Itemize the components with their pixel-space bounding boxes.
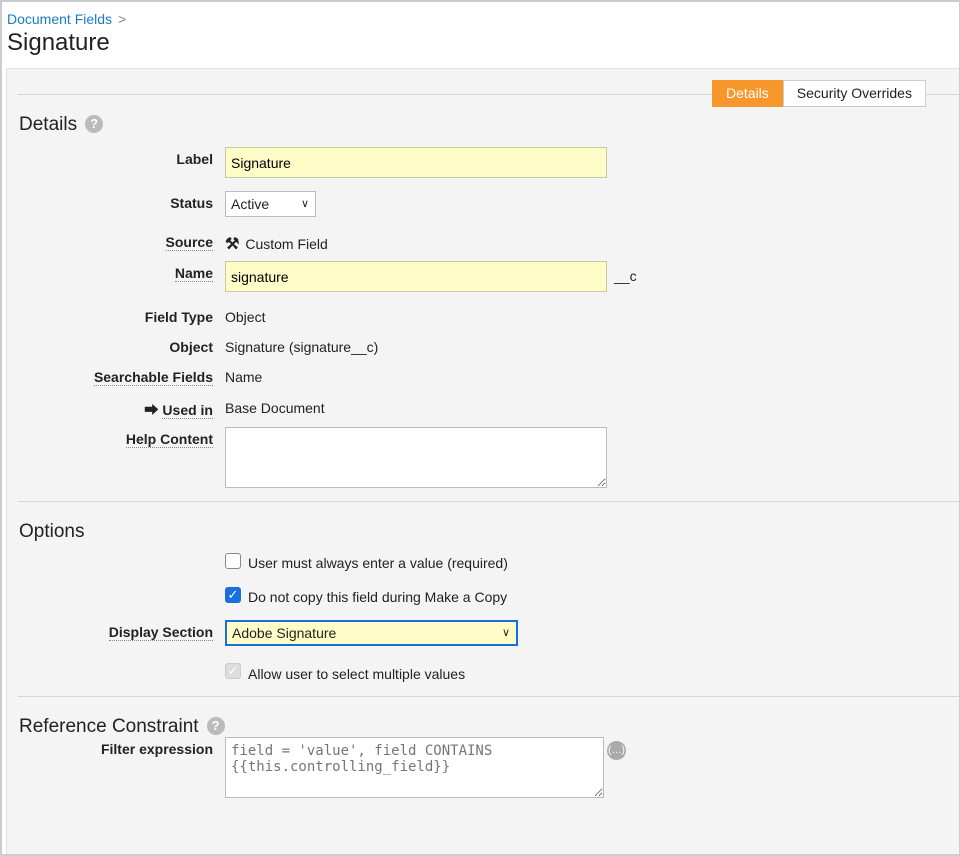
breadcrumb-separator: >	[118, 11, 127, 27]
tab-security-overrides[interactable]: Security Overrides	[782, 80, 926, 107]
display-section-value: Adobe Signature	[232, 625, 337, 641]
help-content-label: Help Content	[125, 431, 213, 448]
display-section-select[interactable]: Adobe Signature ∨	[225, 620, 518, 646]
object-value: Signature (signature__c)	[225, 339, 379, 355]
required-label: User must always enter a value (required…	[248, 555, 508, 571]
label-input[interactable]	[225, 147, 607, 178]
source-text: Custom Field	[245, 236, 328, 252]
status-label: Status	[170, 195, 213, 211]
chevron-down-icon: ∨	[300, 198, 309, 210]
share-icon[interactable]: ⮕	[144, 402, 158, 418]
name-label: Name	[174, 265, 213, 282]
details-heading-text: Details	[19, 114, 78, 135]
reference-heading-text: Reference Constraint	[19, 716, 199, 737]
label-label: Label	[176, 151, 213, 167]
source-value: ⚒ Custom Field	[225, 234, 328, 254]
filter-expression-label: Filter expression	[100, 741, 213, 757]
help-icon[interactable]: ?	[206, 717, 225, 735]
field-type-value: Object	[225, 309, 266, 325]
help-icon[interactable]: ?	[85, 115, 104, 133]
searchable-fields-value: Name	[225, 369, 263, 385]
source-label: Source	[165, 234, 213, 251]
used-in-label-text: Used in	[162, 402, 213, 419]
breadcrumb: Document Fields >	[7, 11, 126, 27]
page-title: Signature	[7, 29, 110, 56]
used-in-label: ⮕ Used in	[144, 400, 213, 420]
name-label-text: Name	[174, 265, 213, 282]
display-section-label-text: Display Section	[108, 624, 213, 641]
no-copy-label: Do not copy this field during Make a Cop…	[248, 589, 508, 605]
hammer-icon: ⚒	[225, 236, 240, 253]
display-section-label: Display Section	[108, 624, 213, 641]
help-content-textarea[interactable]	[225, 427, 607, 488]
divider	[18, 501, 960, 502]
name-input[interactable]	[225, 261, 607, 292]
used-in-value: Base Document	[225, 400, 325, 416]
searchable-fields-label: Searchable Fields	[93, 369, 213, 386]
required-checkbox[interactable]	[225, 553, 241, 569]
filter-expression-textarea[interactable]	[225, 737, 604, 798]
help-content-label-text: Help Content	[125, 431, 213, 448]
details-heading: Details?	[19, 114, 104, 136]
source-label-text: Source	[165, 234, 213, 251]
status-select[interactable]: Active ∨	[225, 191, 316, 217]
multiple-label: Allow user to select multiple values	[248, 666, 466, 682]
status-value: Active	[231, 196, 270, 212]
chevron-down-icon: ∨	[501, 627, 510, 639]
tab-bar: Details Security Overrides	[712, 80, 926, 107]
no-copy-checkbox[interactable]: ✓	[225, 587, 241, 603]
expression-editor-icon[interactable]: (…)	[607, 741, 626, 760]
tab-details[interactable]: Details	[712, 80, 783, 107]
multiple-checkbox: ✓	[225, 663, 241, 679]
options-heading: Options	[19, 521, 85, 542]
object-label: Object	[169, 339, 213, 355]
searchable-fields-label-text: Searchable Fields	[93, 369, 213, 386]
reference-heading: Reference Constraint?	[19, 716, 225, 738]
field-type-label: Field Type	[144, 309, 213, 325]
breadcrumb-document-fields[interactable]: Document Fields	[7, 11, 112, 27]
divider	[18, 696, 960, 697]
name-suffix: __c	[614, 268, 637, 284]
